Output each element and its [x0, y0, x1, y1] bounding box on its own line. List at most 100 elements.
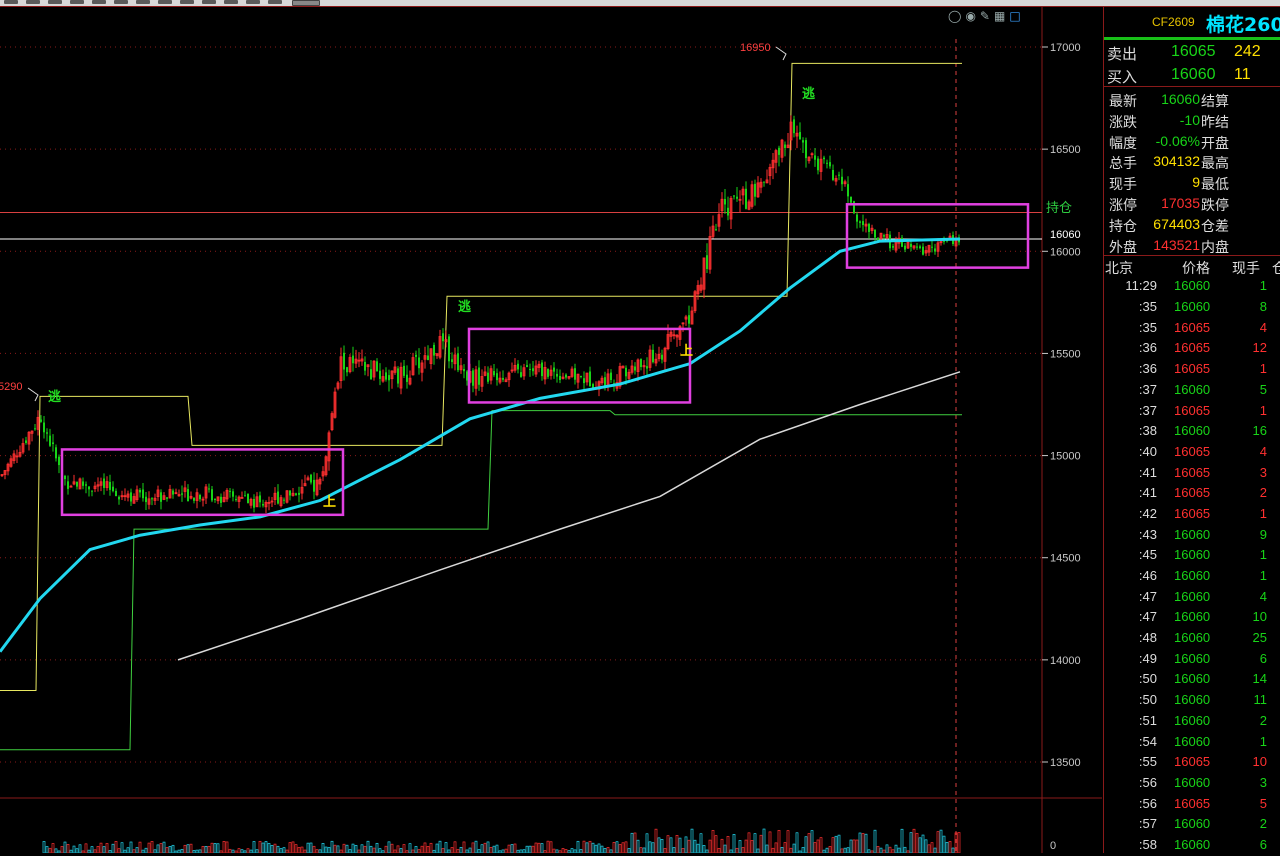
candle-body [745, 188, 747, 209]
edit-icon[interactable]: ✎ [980, 9, 990, 23]
tick-row: :41 16065 2 [1104, 483, 1280, 504]
candle-body [634, 366, 636, 371]
volume-bar [456, 849, 460, 853]
toolbar-button[interactable] [180, 0, 194, 4]
lightbulb-icon[interactable]: ◯ [948, 9, 961, 23]
volume-bar [630, 832, 634, 853]
volume-bar [744, 839, 748, 853]
tick-row: :36 16065 12 [1104, 338, 1280, 359]
volume-bar [237, 848, 241, 853]
current-price-label: 16060 [1050, 229, 1081, 241]
candle-body [166, 497, 168, 499]
toolbar-button-active[interactable] [292, 0, 320, 6]
grid-icon[interactable]: ▦ [994, 9, 1005, 23]
ask-row[interactable]: 卖出 16065 242 [1104, 40, 1280, 63]
toolbar-button[interactable] [92, 0, 106, 4]
layout-icon[interactable]: □ [1009, 9, 1020, 23]
volume-bar [918, 837, 922, 853]
volume-bar [756, 848, 760, 853]
volume-bar [795, 832, 799, 853]
volume-bar [666, 835, 670, 853]
volume-bar [939, 829, 943, 853]
volume-bar [606, 847, 610, 853]
candle-body [502, 377, 504, 380]
candle-body [784, 144, 786, 149]
tick-row: :56 16060 3 [1104, 773, 1280, 794]
candle-body [49, 435, 51, 446]
candle-body [727, 207, 729, 216]
ask-price: 16065 [1171, 43, 1216, 60]
tick-price: 16060 [1174, 671, 1211, 687]
candle-body [385, 372, 387, 380]
y-tick-label: 15500 [1050, 348, 1081, 360]
candle-body [193, 497, 195, 501]
order-book: 卖出 16065 242 买入 16060 11 [1104, 40, 1280, 87]
toolbar-button[interactable] [4, 0, 18, 4]
tick-volume: 1 [1259, 733, 1267, 749]
volume-bar [852, 839, 856, 853]
candle-body [526, 365, 528, 368]
tick-price: 16060 [1174, 630, 1211, 646]
toolbar-button[interactable] [202, 0, 216, 4]
candle-body [457, 353, 459, 371]
toolbar-button[interactable] [136, 0, 150, 4]
tick-price: 16060 [1174, 278, 1211, 294]
candle-body [556, 373, 558, 377]
toolbar-button[interactable] [268, 0, 282, 4]
volume-bar [846, 847, 850, 853]
volume-bar [648, 841, 652, 853]
y-tick-label: 14500 [1050, 553, 1081, 565]
volume-bar [732, 834, 736, 853]
candle-body [253, 498, 255, 508]
toolbar-button[interactable] [114, 0, 128, 4]
tick-price: 16060 [1174, 733, 1211, 749]
tick-time: :41 [1138, 464, 1157, 480]
volume-bar [129, 841, 133, 853]
volume-bar [246, 848, 250, 853]
volume-bar [714, 835, 718, 853]
volume-bar [723, 844, 727, 853]
volume-bar [366, 840, 370, 853]
volume-bar [474, 840, 478, 853]
tick-row: :35 16060 8 [1104, 297, 1280, 318]
toolbar-button[interactable] [224, 0, 238, 4]
toolbar-button[interactable] [158, 0, 172, 4]
volume-bar [354, 844, 358, 853]
eye-icon[interactable]: ◉ [965, 9, 975, 23]
tick-price: 16060 [1174, 588, 1211, 604]
toolbar-button[interactable] [26, 0, 40, 4]
tick-volume: 4 [1259, 319, 1267, 335]
tick-volume: 2 [1259, 712, 1267, 728]
candle-body [244, 495, 246, 497]
volume-bar [654, 828, 658, 853]
volume-bar [111, 843, 115, 853]
contract-code[interactable]: CF2609 [1152, 15, 1195, 29]
hold-position-label: 持仓 [1046, 200, 1073, 215]
kline-chart[interactable]: 17000 16500 16000 15500 15000 14500 14000 13500… [0, 7, 1102, 853]
volume-bar [453, 841, 457, 853]
volume-bar [264, 841, 268, 853]
quote-row-value: 16060 [1161, 91, 1200, 107]
volume-bar [726, 836, 730, 853]
volume-bar [48, 847, 52, 853]
volume-bar [420, 845, 424, 853]
toolbar-button[interactable] [246, 0, 260, 4]
tick-header-vol: 现手 [1232, 260, 1260, 277]
tick-volume: 4 [1259, 443, 1267, 459]
candle-body [838, 174, 840, 176]
candle-body [109, 481, 111, 490]
candle-body [235, 499, 237, 501]
candle-body [115, 490, 117, 497]
volume-bar [270, 845, 274, 853]
tick-time: :43 [1138, 526, 1157, 542]
volume-bar [678, 837, 682, 853]
contract-name[interactable]: 棉花2609 [1206, 10, 1280, 37]
quote-row: 涨跌 -10 昨结 [1104, 110, 1280, 131]
toolbar-button[interactable] [70, 0, 84, 4]
toolbar-button[interactable] [48, 0, 62, 4]
volume-bar [750, 840, 754, 853]
bid-row[interactable]: 买入 16060 11 [1104, 63, 1280, 86]
volume-bar [711, 830, 715, 853]
candle-body [406, 374, 408, 382]
volume-bar [639, 847, 643, 853]
